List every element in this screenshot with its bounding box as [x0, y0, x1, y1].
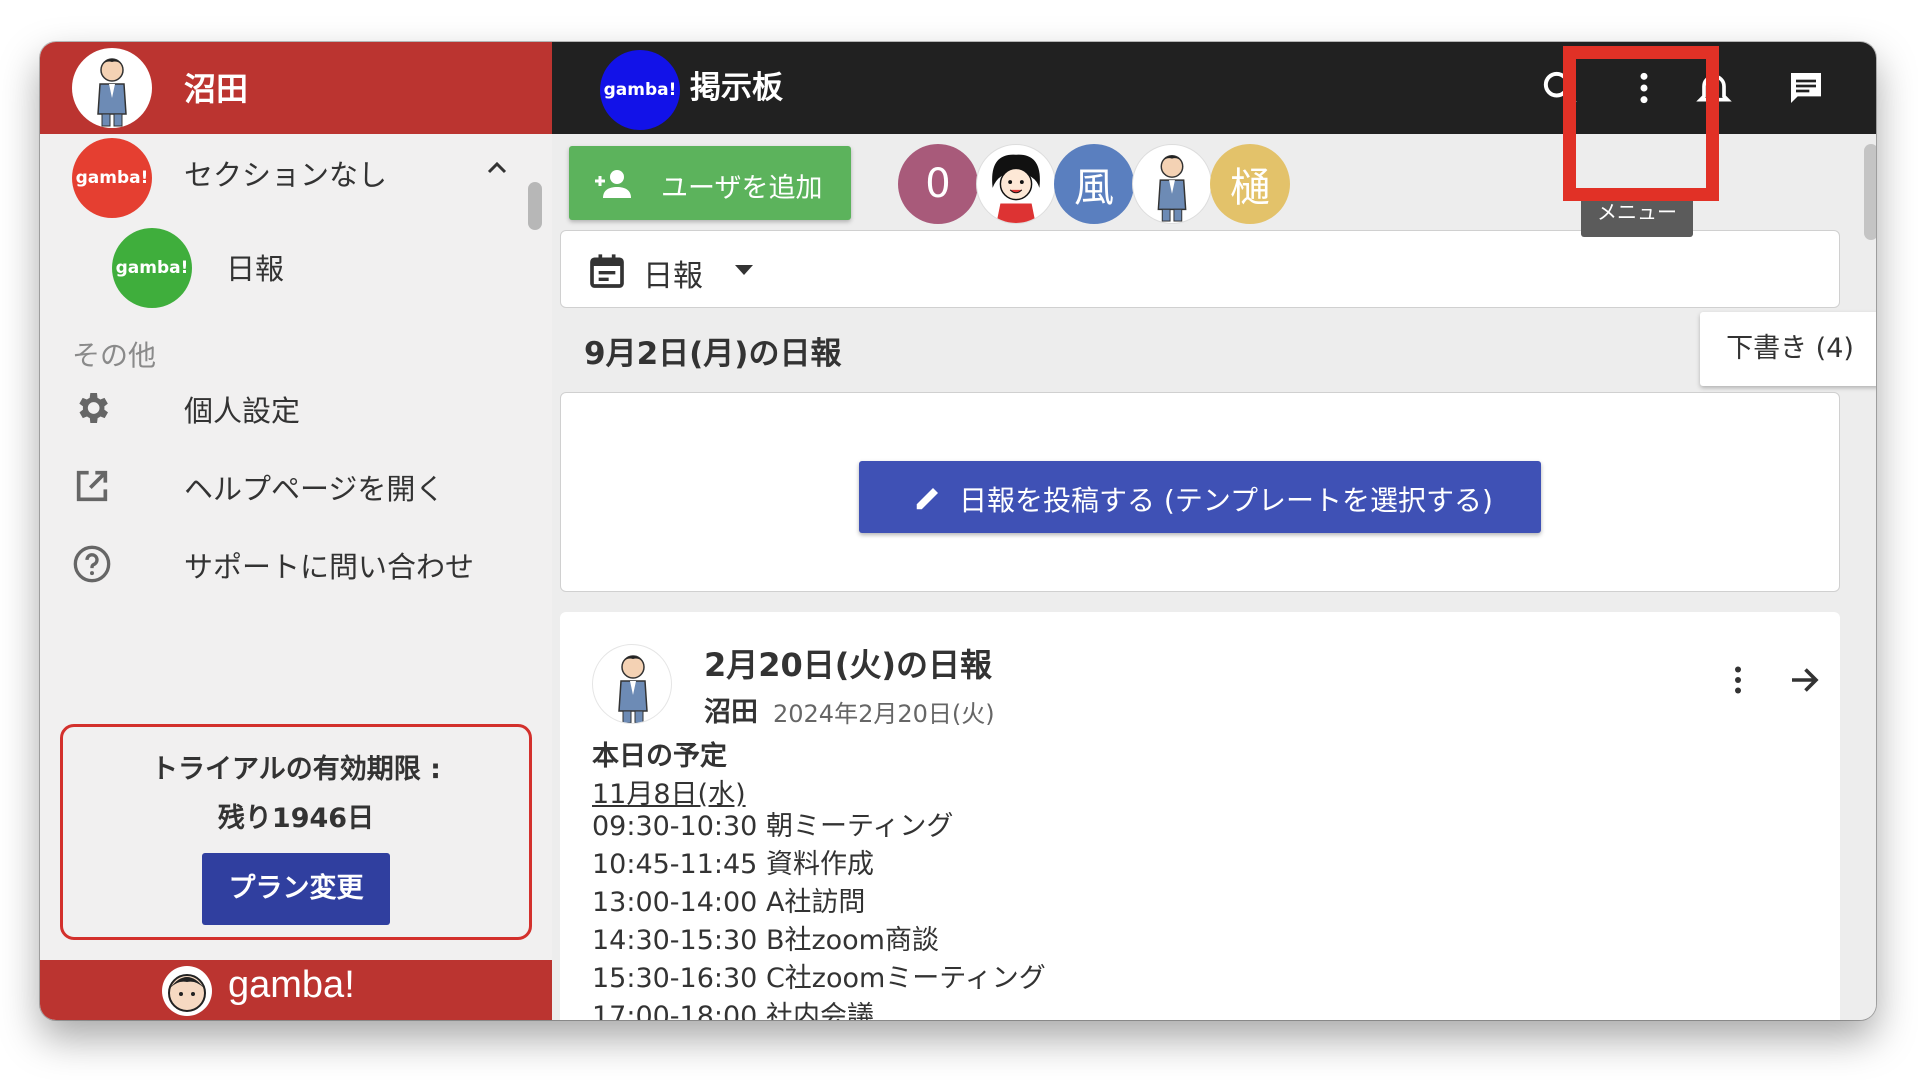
chat-icon[interactable]	[1786, 68, 1826, 108]
member-avatar[interactable]	[1132, 144, 1212, 224]
report-section-heading: 本日の予定	[592, 741, 727, 772]
dropdown-arrow-icon	[735, 265, 753, 275]
arrow-right-icon[interactable]	[1786, 662, 1822, 698]
drafts-button[interactable]: 下書き (4)	[1700, 312, 1876, 386]
schedule-item: 09:30-10:30 朝ミーティング	[592, 811, 954, 842]
sidebar-user-name: 沼田	[184, 70, 249, 108]
footer-brand-logo: gamba!	[228, 964, 355, 1006]
menu-tooltip: メニュー	[1581, 195, 1693, 237]
sidebar-item-help-page[interactable]: ヘルプページを開く	[40, 446, 532, 526]
user-avatar[interactable]	[72, 48, 152, 128]
sidebar: 沼田 gamba! セクションなし gamba! 日報 その他 個人設定 ヘルプ…	[40, 42, 552, 1020]
trial-expiry-label: トライアルの有効期限 :	[151, 754, 441, 785]
more-vert-icon[interactable]	[1720, 662, 1756, 698]
report-date-link[interactable]: 11月8日(水)	[592, 772, 746, 811]
sidebar-section-row[interactable]: gamba! セクションなし	[40, 134, 532, 218]
main-scrollbar[interactable]	[1864, 144, 1876, 240]
mascot-face-icon	[162, 966, 212, 1016]
member-avatar[interactable]	[976, 144, 1056, 224]
highlight-box	[1563, 46, 1719, 201]
sidebar-footer: gamba!	[40, 960, 552, 1020]
help-circle-icon	[73, 545, 111, 583]
member-avatar[interactable]: 風	[1054, 144, 1134, 224]
schedule-item: 10:45-11:45 資料作成	[592, 849, 874, 880]
post-report-button[interactable]: 日報を投稿する (テンプレートを選択する)	[859, 461, 1541, 533]
post-report-label: 日報を投稿する (テンプレートを選択する)	[959, 484, 1493, 517]
board-select-label: 日報	[643, 259, 703, 294]
sidebar-item-contact-support[interactable]: サポートに問い合わせ	[40, 524, 532, 604]
member-avatar-initial: 樋	[1230, 165, 1270, 211]
report-date: 2024年2月20日(火)	[773, 700, 995, 728]
girl-avatar-icon	[992, 154, 1040, 223]
sidebar-scrollbar[interactable]	[528, 182, 542, 230]
member-avatar-initial: 風	[1074, 165, 1114, 211]
schedule-item: 13:00-14:00 A社訪問	[592, 887, 866, 918]
report-title[interactable]: 2月20日(火)の日報	[704, 640, 992, 686]
calendar-icon	[590, 254, 624, 288]
schedule-item: 15:30-16:30 C社zoomミーティング	[592, 963, 1046, 994]
businessman-icon	[1157, 154, 1187, 222]
person-add-icon	[595, 170, 631, 198]
add-user-button[interactable]: ユーザを追加	[569, 146, 851, 220]
daily-badge: gamba!	[112, 228, 192, 308]
section-badge: gamba!	[72, 138, 152, 218]
author-avatar[interactable]	[592, 644, 672, 724]
post-report-card: 日報を投稿する (テンプレートを選択する)	[560, 392, 1840, 592]
schedule-list: 09:30-10:30 朝ミーティング 10:45-11:45 資料作成 13:…	[592, 808, 1046, 1020]
page-title: 掲示板	[690, 70, 783, 106]
change-plan-button[interactable]: プラン変更	[202, 853, 390, 925]
businessman-icon	[97, 58, 127, 127]
app-window: 沼田 gamba! セクションなし gamba! 日報 その他 個人設定 ヘルプ…	[40, 42, 1876, 1020]
pencil-icon	[916, 488, 938, 510]
main-content: ユーザを追加 0 風 樋 日報 9月2日(月)の日報 下書き (4) 日報を投稿…	[552, 134, 1876, 1020]
sidebar-item-daily-report[interactable]: gamba! 日報	[40, 218, 532, 316]
gear-icon	[79, 393, 108, 423]
report-author: 沼田	[704, 697, 758, 728]
businessman-icon	[618, 655, 648, 723]
sidebar-item-label: 個人設定	[184, 394, 301, 428]
member-avatar-initial: 0	[925, 161, 951, 207]
member-avatar[interactable]: 樋	[1210, 144, 1290, 224]
member-avatar[interactable]: 0	[898, 144, 978, 224]
trial-panel: トライアルの有効期限 : 残り1946日 プラン変更	[60, 724, 532, 940]
sidebar-item-label: サポートに問い合わせ	[184, 550, 475, 584]
board-select[interactable]: 日報	[560, 230, 1840, 308]
today-report-heading: 9月2日(月)の日報	[584, 336, 842, 372]
sidebar-item-personal-settings[interactable]: 個人設定	[40, 368, 532, 448]
chevron-up-icon[interactable]	[485, 156, 509, 180]
external-link-icon	[76, 470, 108, 502]
sidebar-item-label: ヘルプページを開く	[184, 472, 445, 506]
schedule-item: 17:00-18:00 社内会議	[592, 1001, 874, 1020]
add-user-label: ユーザを追加	[661, 173, 823, 204]
trial-remaining-days: 残り1946日	[217, 803, 375, 834]
sidebar-item-label: 日報	[226, 252, 285, 286]
report-card[interactable]: 2月20日(火)の日報 沼田 2024年2月20日(火) 本日の予定 11月8日…	[560, 612, 1840, 1020]
section-label: セクションなし	[184, 158, 388, 192]
board-logo[interactable]: gamba!	[600, 50, 680, 130]
sidebar-header[interactable]: 沼田	[40, 42, 552, 134]
schedule-item: 14:30-15:30 B社zoom商談	[592, 925, 939, 956]
